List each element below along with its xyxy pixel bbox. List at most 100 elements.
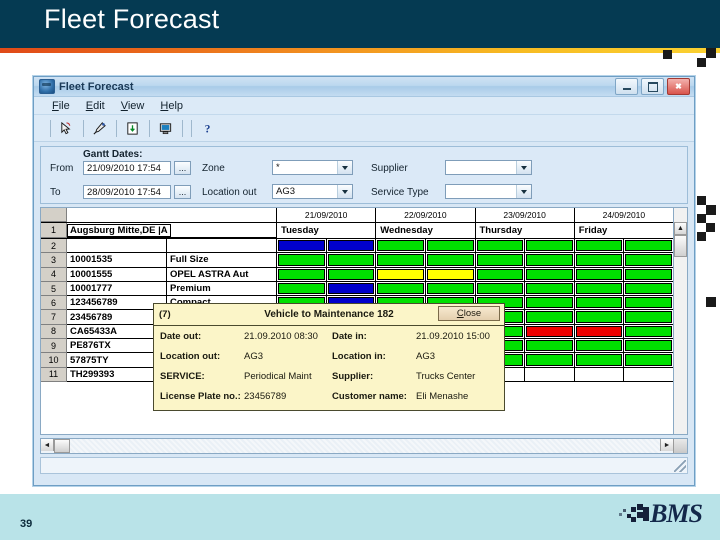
gantt-bar-available[interactable] <box>625 268 672 280</box>
gantt-bar-available[interactable] <box>526 311 573 323</box>
maximize-button[interactable] <box>641 78 664 95</box>
scroll-up-button[interactable]: ▲ <box>674 222 687 235</box>
gantt-bar-booked[interactable] <box>327 240 375 252</box>
gantt-cell[interactable] <box>525 367 575 381</box>
from-browse-button[interactable]: ... <box>174 161 191 175</box>
gantt-bar-available[interactable] <box>575 254 623 266</box>
gantt-bar-available[interactable] <box>625 282 672 295</box>
gantt-cell[interactable] <box>575 239 625 253</box>
table-row[interactable]: 3 10001535 Full Size <box>41 253 687 268</box>
gantt-cell[interactable] <box>575 339 625 353</box>
gantt-cell[interactable] <box>525 339 575 353</box>
gantt-bar-available[interactable] <box>278 254 325 266</box>
gantt-cell[interactable] <box>624 367 674 381</box>
gantt-cell[interactable] <box>525 296 575 310</box>
service-type-select[interactable] <box>445 184 532 199</box>
gantt-bar-available[interactable] <box>625 325 672 338</box>
gantt-cell[interactable] <box>376 267 426 281</box>
gantt-bar-pending[interactable] <box>426 268 474 280</box>
gantt-bar-available[interactable] <box>476 254 524 266</box>
gantt-bar-booked[interactable] <box>278 240 325 252</box>
vertical-scrollbar[interactable]: ▲ <box>673 208 687 434</box>
close-button[interactable]: ✖ <box>667 78 690 95</box>
gantt-cell[interactable] <box>426 267 476 281</box>
gantt-bar-available[interactable] <box>377 240 424 252</box>
scroll-right-button[interactable]: ► <box>660 439 673 451</box>
chevron-down-icon[interactable] <box>337 185 352 198</box>
gantt-cell[interactable] <box>376 281 426 296</box>
gantt-cell[interactable] <box>525 267 575 281</box>
gantt-bar-available[interactable] <box>476 282 524 295</box>
gantt-cell[interactable] <box>327 267 377 281</box>
gantt-cell[interactable] <box>277 267 327 281</box>
window-titlebar[interactable]: Fleet Forecast ✖ <box>34 77 694 97</box>
gantt-bar-available[interactable] <box>426 282 474 295</box>
horizontal-scroll-track[interactable] <box>70 439 660 453</box>
document-tool-icon[interactable] <box>121 118 143 138</box>
gantt-cell[interactable] <box>575 324 625 339</box>
gantt-cell[interactable] <box>624 239 674 253</box>
brush-tool-icon[interactable] <box>88 118 110 138</box>
gantt-bar-available[interactable] <box>526 240 573 252</box>
gantt-bar-available[interactable] <box>625 254 672 266</box>
gantt-cell[interactable] <box>624 310 674 324</box>
menu-item-edit[interactable]: Edit <box>86 100 105 112</box>
gantt-bar-available[interactable] <box>526 268 573 280</box>
menu-item-file[interactable]: File <box>52 100 70 112</box>
table-row[interactable]: 2 <box>41 239 687 254</box>
gantt-bar-available[interactable] <box>278 268 325 280</box>
gantt-cell[interactable] <box>476 239 526 253</box>
gantt-bar-maintenance[interactable] <box>526 325 573 338</box>
gantt-bar-available[interactable] <box>625 340 672 352</box>
gantt-bar-available[interactable] <box>625 354 672 366</box>
gantt-cell[interactable] <box>277 253 327 267</box>
gantt-bar-available[interactable] <box>575 297 623 309</box>
gantt-cell[interactable] <box>525 281 575 296</box>
gantt-cell[interactable] <box>327 239 377 253</box>
gantt-cell[interactable] <box>624 253 674 267</box>
gantt-bar-available[interactable] <box>377 282 424 295</box>
gantt-cell[interactable] <box>525 324 575 339</box>
resize-grip[interactable] <box>674 460 686 472</box>
gantt-cell[interactable] <box>575 296 625 310</box>
gantt-cell[interactable] <box>575 267 625 281</box>
gantt-cell[interactable] <box>277 239 327 253</box>
monitor-tool-icon[interactable] <box>154 118 176 138</box>
gantt-cell[interactable] <box>624 353 674 367</box>
horizontal-scrollbar[interactable]: ◄ ► <box>40 438 688 454</box>
table-row[interactable]: 4 10001555 OPEL ASTRA Aut <box>41 267 687 282</box>
chevron-down-icon[interactable] <box>516 161 531 174</box>
gantt-cell[interactable] <box>426 281 476 296</box>
gantt-cell[interactable] <box>376 239 426 253</box>
gantt-bar-available[interactable] <box>476 240 524 252</box>
gantt-cell[interactable] <box>575 367 625 381</box>
gantt-cell[interactable] <box>624 296 674 310</box>
gantt-cell[interactable] <box>624 267 674 281</box>
gantt-cell[interactable] <box>525 253 575 267</box>
gantt-cell[interactable] <box>277 281 327 296</box>
gantt-cell[interactable] <box>624 339 674 353</box>
horizontal-scroll-thumb[interactable] <box>54 439 70 453</box>
menu-item-view[interactable]: View <box>121 100 145 112</box>
gantt-bar-available[interactable] <box>526 340 573 352</box>
gantt-cell[interactable] <box>575 310 625 324</box>
gantt-cell[interactable] <box>426 253 476 267</box>
popup-close-button[interactable]: Close <box>438 306 500 321</box>
table-row[interactable]: 5 10001777 Premium <box>41 281 687 297</box>
gantt-bar-booked[interactable] <box>327 282 375 295</box>
gantt-cell[interactable] <box>525 310 575 324</box>
gantt-bar-available[interactable] <box>476 268 524 280</box>
chevron-down-icon[interactable] <box>337 161 352 174</box>
to-browse-button[interactable]: ... <box>174 185 191 199</box>
gantt-bar-available[interactable] <box>526 282 573 295</box>
gantt-bar-available[interactable] <box>625 311 672 323</box>
gantt-bar-available[interactable] <box>575 311 623 323</box>
gantt-cell[interactable] <box>575 353 625 367</box>
gantt-bar-available[interactable] <box>426 240 474 252</box>
gantt-bar-available[interactable] <box>625 240 672 252</box>
menu-item-help[interactable]: Help <box>160 100 183 112</box>
row1-location-cell[interactable]: Augsburg Mitte,DE |A <box>67 223 277 238</box>
gantt-bar-available[interactable] <box>625 297 672 309</box>
gantt-bar-available[interactable] <box>377 254 424 266</box>
gantt-cell[interactable] <box>426 239 476 253</box>
